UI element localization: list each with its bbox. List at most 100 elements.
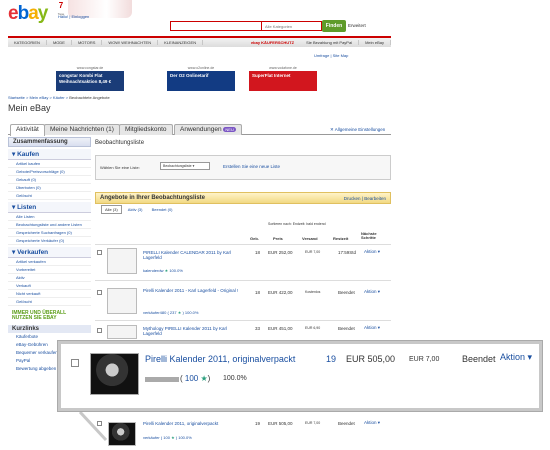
bid-count[interactable]: 33 bbox=[255, 326, 260, 331]
search-category-select[interactable]: Alle Kategorien bbox=[262, 21, 322, 31]
time-left: Beendet bbox=[338, 326, 355, 331]
bid-count[interactable]: 19 bbox=[326, 354, 336, 364]
ad-o2[interactable]: www.o2online.de Der O2 Onlinetarif bbox=[167, 66, 235, 91]
small-links[interactable]: Umfrage | Site Map bbox=[314, 53, 348, 58]
filter-tabs: Alle (3) Aktiv (3) Beendet (0) bbox=[101, 205, 178, 214]
row-checkbox[interactable] bbox=[71, 359, 79, 367]
item-title[interactable]: Pirelli Kalender 2011, originalverpackt bbox=[145, 354, 295, 364]
time-left: Beendet bbox=[338, 421, 355, 426]
action-dropdown[interactable]: Aktion ▾ bbox=[364, 249, 380, 255]
seller-rating[interactable]: ( 100 ★) bbox=[180, 374, 210, 383]
sidebar-item[interactable]: Gespeicherte Suchanfragen (0) bbox=[8, 229, 91, 237]
create-list-link[interactable]: Erstellen Sie eine neue Liste bbox=[223, 164, 280, 169]
find-button[interactable]: Finden bbox=[322, 20, 346, 32]
item-thumbnail[interactable] bbox=[107, 325, 137, 339]
item-thumbnail[interactable] bbox=[107, 288, 137, 314]
seller-info[interactable]: kalenderdw ★ 100.0% bbox=[143, 268, 183, 273]
kurzlink[interactable]: Käuferbote bbox=[8, 333, 91, 341]
filter-all[interactable]: Alle (3) bbox=[101, 205, 122, 214]
chevron-down-icon: ▾ bbox=[377, 420, 381, 425]
sidebar-item[interactable]: Überboten (0) bbox=[8, 184, 91, 192]
sidebar-item[interactable]: Artikel kaufen bbox=[8, 160, 91, 168]
nav-mode[interactable]: MODE bbox=[47, 40, 72, 45]
sidebar-item[interactable]: Gespeicherte Verkäufer (0) bbox=[8, 237, 91, 245]
sidebar-section-verkaufen: ▾ Verkaufen Artikel verkaufen Vorbereite… bbox=[8, 247, 91, 306]
row-checkbox[interactable] bbox=[97, 328, 102, 333]
ad-vodafone[interactable]: www.vodafone.de SuperFlat Internet bbox=[249, 66, 317, 91]
section-title: Beobachtungsliste bbox=[95, 140, 145, 146]
bid-count[interactable]: 18 bbox=[255, 250, 260, 255]
nav-kategorien[interactable]: KATEGORIEN bbox=[8, 40, 47, 45]
chevron-down-icon: ▾ bbox=[192, 164, 195, 168]
star-icon: ★ bbox=[200, 374, 208, 383]
filter-ended[interactable]: Beendet (0) bbox=[149, 206, 176, 213]
sidebar-section-listen: ▾ Listen Alle Listen Beobachtungsliste u… bbox=[8, 202, 91, 245]
advanced-search-link[interactable]: Erweitert bbox=[348, 23, 366, 28]
row-divider bbox=[95, 280, 391, 281]
action-dropdown[interactable]: Aktion ▾ bbox=[364, 289, 380, 295]
nav-kleinanzeigen[interactable]: KLEINANZEIGEN bbox=[158, 40, 204, 45]
sidebar-item[interactable]: Verkauft bbox=[8, 282, 91, 290]
item-title[interactable]: Mythology PIRELLI Kalender 2011 by Karl … bbox=[143, 326, 243, 336]
shipping: EUR 7,00 bbox=[409, 356, 440, 363]
star-icon: ★ bbox=[177, 310, 182, 315]
paypal-link[interactable]: Sie Bezahlung mit PayPal bbox=[300, 40, 360, 45]
kaeuferschutz-link[interactable]: ebay KÄUFERSCHUTZ bbox=[245, 40, 300, 45]
sidebar-item[interactable]: Gekauft (0) bbox=[8, 176, 91, 184]
sidebar-title-verkaufen[interactable]: ▾ Verkaufen bbox=[8, 247, 91, 258]
action-dropdown[interactable]: Aktion ▾ bbox=[364, 420, 380, 426]
action-dropdown[interactable]: Aktion ▾ bbox=[500, 352, 532, 363]
sidebar-item[interactable]: Aktiv bbox=[8, 274, 91, 282]
filter-active[interactable]: Aktiv (3) bbox=[125, 206, 146, 213]
tab-nachrichten[interactable]: Meine Nachrichten (1) bbox=[44, 124, 120, 135]
print-edit-links[interactable]: Drucken | Bearbeiten bbox=[344, 196, 386, 201]
row-checkbox[interactable] bbox=[97, 250, 102, 255]
status: Beendet bbox=[462, 354, 496, 364]
sidebar-item[interactable]: Beobachtungsliste und andere Listen bbox=[8, 221, 91, 229]
sidebar-title-kaufen[interactable]: ▾ Kaufen bbox=[8, 149, 91, 160]
sidebar-item[interactable]: Gelöscht bbox=[8, 298, 91, 306]
nav-weihnachten[interactable]: WOW! WEIHNACHTEN bbox=[102, 40, 159, 45]
mein-ebay-link[interactable]: Mein eBay bbox=[359, 40, 391, 45]
tab-aktivitaet[interactable]: Aktivität bbox=[10, 124, 45, 136]
item-title[interactable]: Pirelli Kalender 2011, originalverpackt bbox=[143, 421, 243, 426]
item-thumbnail[interactable] bbox=[107, 248, 137, 274]
page-title: Mein eBay bbox=[8, 103, 51, 113]
col-price: Preis bbox=[273, 236, 283, 241]
col-bids: Geb. bbox=[250, 236, 259, 241]
sidebar-summary[interactable]: Zusammenfassung bbox=[8, 137, 91, 147]
row-checkbox[interactable] bbox=[97, 290, 102, 295]
bid-count[interactable]: 18 bbox=[255, 290, 260, 295]
seller-name-redacted bbox=[145, 377, 179, 382]
ebay-logo[interactable]: ebay bbox=[8, 3, 48, 25]
sidebar-item[interactable]: Alle Listen bbox=[8, 213, 91, 221]
item-title[interactable]: Pirelli Kalender 2011 - Karl Lagerfeld -… bbox=[143, 288, 243, 293]
seller-info[interactable]: verkäufer480 ( 237 ★ ) 100.0% bbox=[143, 310, 198, 315]
sidebar-item[interactable]: Artikel verkaufen bbox=[8, 258, 91, 266]
col-time: Restzeit bbox=[333, 236, 349, 241]
bid-count[interactable]: 19 bbox=[255, 421, 260, 426]
tab-mitgliedskonto[interactable]: Mitgliedskonto bbox=[119, 124, 173, 135]
action-dropdown[interactable]: Aktion ▾ bbox=[364, 325, 380, 331]
sidebar-item[interactable]: Gebote/Preisvorschläge (0) bbox=[8, 168, 91, 176]
tab-anwendungen[interactable]: Anwendungen NEU bbox=[174, 124, 242, 135]
search-input[interactable] bbox=[170, 21, 262, 31]
breadcrumb[interactable]: Startseite > Mein eBay > Käufer > Beobac… bbox=[8, 95, 110, 100]
shipping: EUR 7,00 bbox=[305, 250, 321, 254]
item-thumbnail[interactable] bbox=[90, 353, 139, 395]
item-title[interactable]: PIRELLI Kalender CALENDAR 2011 by Karl L… bbox=[143, 250, 243, 260]
ad-congstar[interactable]: www.congstar.de congstar Kombi Flat Weih… bbox=[56, 66, 124, 91]
top-links[interactable]: Hallo! | Einloggen bbox=[58, 14, 89, 19]
sort-select[interactable]: Sortieren nach: Endzeit: bald endend bbox=[268, 222, 326, 226]
sidebar-title-listen[interactable]: ▾ Listen bbox=[8, 202, 91, 213]
sidebar-item[interactable]: Gelöscht bbox=[8, 192, 91, 200]
category-bar: KATEGORIEN MODE MOTORS WOW! WEIHNACHTEN … bbox=[8, 36, 391, 47]
general-settings-link[interactable]: ✕ Allgemeine Einstellungen bbox=[330, 127, 385, 133]
seller-info[interactable]: verkäufer ( 100 ★ ) 100.0% bbox=[143, 435, 192, 440]
nav-motors[interactable]: MOTORS bbox=[72, 40, 103, 45]
list-select[interactable]: Beobachtungsliste ▾ bbox=[160, 162, 210, 170]
shipping: EUR 7,00 bbox=[305, 421, 321, 425]
sidebar-item[interactable]: Vorbereitet bbox=[8, 266, 91, 274]
sidebar-item[interactable]: Nicht verkauft bbox=[8, 290, 91, 298]
mobile-promo[interactable]: IMMER UND ÜBERALL NUTZEN SIE EBAY bbox=[8, 310, 91, 322]
